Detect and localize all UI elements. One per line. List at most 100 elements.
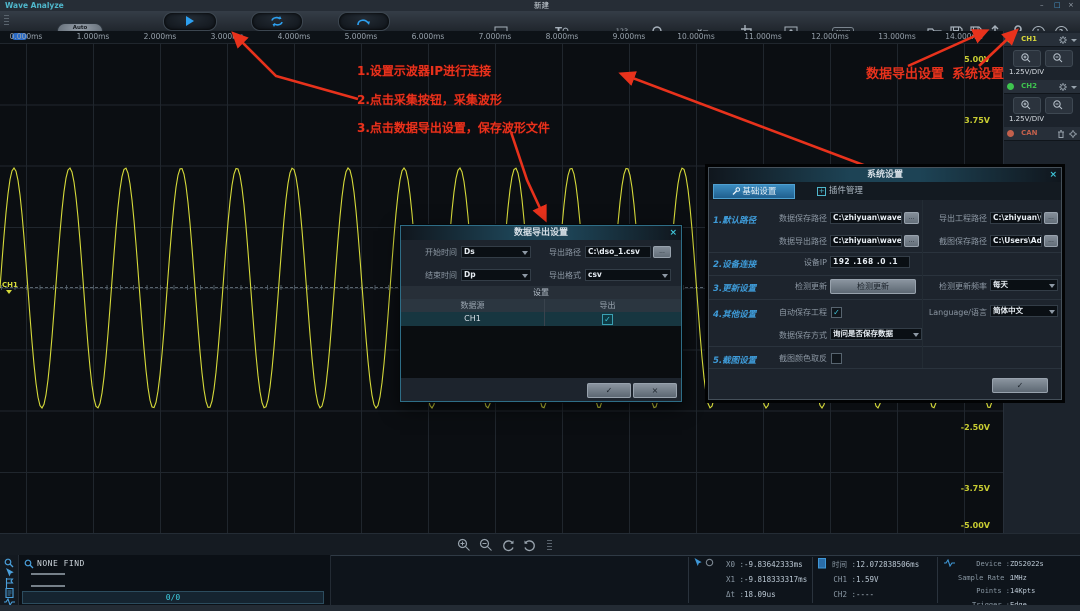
- autosave-checkbox[interactable]: ✓: [831, 307, 842, 318]
- export-format-label: 导出格式: [539, 269, 581, 282]
- ch1-zero-marker-arrow: [6, 290, 12, 294]
- export-path-input[interactable]: C:\dso_1.csv: [585, 246, 651, 258]
- cursor-icon: [694, 558, 703, 567]
- ch1-vertical-zoom-in-button[interactable]: [1013, 50, 1041, 67]
- language-select[interactable]: 简体中文: [990, 305, 1058, 317]
- undo-view-button[interactable]: [501, 538, 515, 552]
- gear-icon[interactable]: [1059, 83, 1067, 91]
- report-icon[interactable]: [5, 588, 15, 598]
- source-cell: CH1: [401, 312, 544, 326]
- project-export-path-label: 导出工程路径: [929, 212, 987, 225]
- time-tick: 11.000ms: [741, 31, 785, 43]
- time-tick: 9.000ms: [607, 31, 651, 43]
- data-save-path-input[interactable]: C:\zhiyuan\wave: [830, 212, 902, 224]
- gear-icon[interactable]: [1069, 130, 1077, 138]
- can-label: CAN: [1021, 129, 1037, 137]
- system-settings-dialog: 系统设置 × 基础设置 + 插件管理 1.默认路径 数据保存路径 C:\zhiy…: [708, 167, 1062, 400]
- bottom-strip: [0, 605, 1080, 611]
- browse-button[interactable]: ...: [1044, 235, 1058, 247]
- browse-button[interactable]: ...: [653, 246, 671, 258]
- check-update-button[interactable]: 检测更新: [830, 279, 916, 294]
- close-button[interactable]: ×: [1068, 0, 1074, 11]
- tab-plugin-manager[interactable]: + 插件管理: [801, 184, 879, 199]
- ok-button[interactable]: ✓: [587, 383, 631, 398]
- search-result-counter[interactable]: 0/0: [22, 591, 324, 604]
- time-tick: 10.000ms: [674, 31, 718, 43]
- start-time-select[interactable]: Ds: [461, 246, 531, 258]
- export-checkbox[interactable]: ✓: [602, 314, 613, 325]
- maximize-button[interactable]: □: [1054, 0, 1061, 11]
- ch1-zero-marker[interactable]: CH1: [2, 281, 18, 289]
- ch1-volts-per-div: 1.25V/DIV: [1009, 68, 1079, 76]
- minimize-button[interactable]: –: [1040, 0, 1044, 11]
- status-icon-strip: [0, 555, 19, 605]
- close-icon[interactable]: ×: [1049, 168, 1057, 182]
- data-export-dialog: 数据导出设置 × 开始时间 Ds 导出路径 C:\dso_1.csv ... 结…: [400, 225, 682, 402]
- horizontal-zoom-in-button[interactable]: [457, 538, 471, 552]
- ch1-vertical-zoom-out-button[interactable]: [1045, 50, 1073, 67]
- ch2-volts-per-div: 1.25V/DIV: [1009, 115, 1079, 123]
- browse-button[interactable]: ...: [1044, 212, 1058, 224]
- project-export-path-input[interactable]: C:\zhiyuan\wave: [990, 212, 1042, 224]
- ch1-header[interactable]: CH1: [1004, 33, 1080, 47]
- voltage-tick: 5.00V: [964, 55, 990, 64]
- data-export-path-input[interactable]: C:\zhiyuan\wave: [830, 235, 902, 247]
- ch2-vertical-zoom-out-button[interactable]: [1045, 97, 1073, 114]
- chevron-down-icon[interactable]: [1071, 86, 1077, 89]
- voltage-tick: -3.75V: [961, 484, 990, 493]
- section-device-connection: 2.设备连接: [713, 258, 756, 270]
- horizontal-zoom-out-button[interactable]: [479, 538, 493, 552]
- ch1-color-dot: [1007, 36, 1014, 43]
- ch1-label: CH1: [1021, 35, 1037, 43]
- wrench-icon: [732, 187, 740, 195]
- cancel-button[interactable]: ×: [633, 383, 677, 398]
- time-tick: 2.000ms: [138, 31, 182, 43]
- ch2-header[interactable]: CH2: [1004, 80, 1080, 94]
- tab-basic-settings[interactable]: 基础设置: [713, 184, 795, 199]
- status-separator: [937, 557, 938, 603]
- wave-analyze-window: Wave Analyze 新建 – □ × Auto Setup: [0, 0, 1080, 611]
- voltage-tick: 3.75V: [964, 116, 990, 125]
- search-result-placeholder: [31, 585, 65, 587]
- flag-icon[interactable]: [5, 578, 15, 588]
- can-header[interactable]: CAN: [1004, 127, 1080, 141]
- invert-color-checkbox[interactable]: [831, 353, 842, 364]
- screenshot-save-path-input[interactable]: C:\Users\Admini: [990, 235, 1042, 247]
- single-acquire-button[interactable]: [338, 12, 390, 31]
- data-save-path-label: 数据保存路径: [771, 212, 827, 225]
- device-ip-label: 设备IP: [789, 256, 827, 269]
- section-default-paths: 1.默认路径: [713, 214, 756, 226]
- browse-button[interactable]: ...: [904, 212, 919, 224]
- document-tab[interactable]: 新建: [534, 0, 549, 11]
- start-time-label: 开始时间: [415, 246, 457, 259]
- close-icon[interactable]: ×: [669, 226, 677, 240]
- end-time-select[interactable]: Dp: [461, 269, 531, 281]
- time-tick: 4.000ms: [272, 31, 316, 43]
- device-ip-input[interactable]: 192 .168 .0 .1: [830, 256, 910, 268]
- section-screenshot-settings: 5.截图设置: [713, 354, 756, 366]
- acquire-play-button[interactable]: [163, 12, 217, 31]
- gear-icon[interactable]: [1059, 36, 1067, 44]
- toolbar-grip[interactable]: [4, 15, 9, 27]
- repeat-acquire-button[interactable]: [251, 12, 303, 31]
- search-result-placeholder: [31, 573, 65, 575]
- export-column-header: 导出: [544, 299, 671, 312]
- data-save-mode-select[interactable]: 询问是否保存数据: [830, 328, 922, 340]
- export-format-select[interactable]: csv: [585, 269, 671, 281]
- ch2-vertical-zoom-in-button[interactable]: [1013, 97, 1041, 114]
- cursor-icon[interactable]: [5, 568, 15, 578]
- update-frequency-label: 检测更新频率: [923, 280, 987, 293]
- browse-button[interactable]: ...: [904, 235, 919, 247]
- redo-view-button[interactable]: [523, 538, 537, 552]
- ok-button[interactable]: ✓: [992, 378, 1048, 393]
- update-frequency-select[interactable]: 每天: [990, 279, 1058, 291]
- panel-drag-handle[interactable]: [547, 540, 552, 550]
- ch2-label: CH2: [1021, 82, 1037, 90]
- trash-icon[interactable]: [1057, 130, 1065, 138]
- invert-color-label: 截图颜色取反: [771, 352, 827, 365]
- chevron-down-icon[interactable]: [1071, 39, 1077, 42]
- search-icon[interactable]: [4, 558, 14, 568]
- export-table-row[interactable]: CH1 ✓: [401, 312, 681, 326]
- time-tick: 3.000ms: [205, 31, 249, 43]
- time-tick: 6.000ms: [406, 31, 450, 43]
